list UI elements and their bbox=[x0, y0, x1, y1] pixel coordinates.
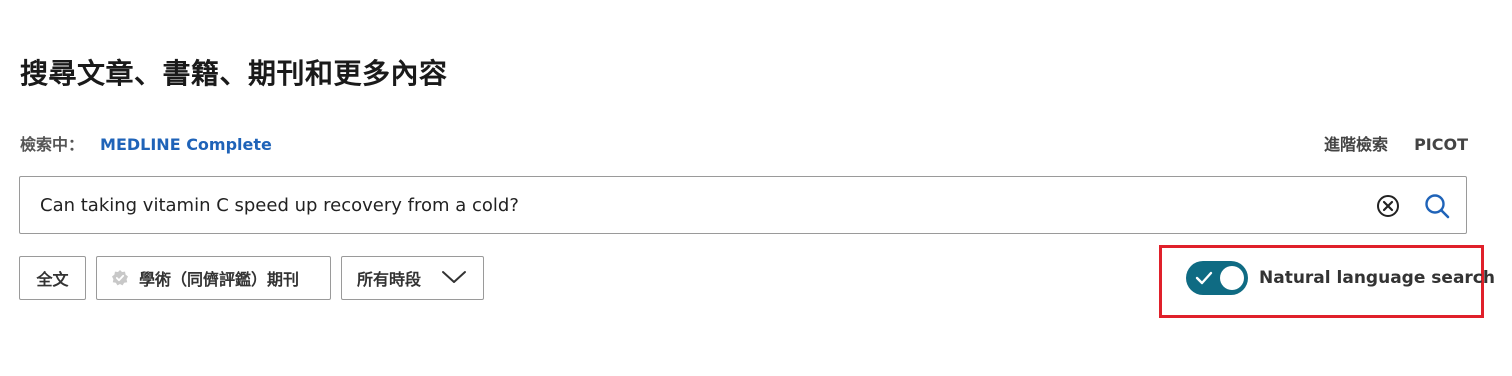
clear-search-icon[interactable] bbox=[1376, 194, 1400, 218]
badge-check-icon bbox=[111, 269, 129, 287]
natural-language-toggle[interactable] bbox=[1186, 261, 1248, 295]
natural-language-label[interactable]: Natural language search bbox=[1259, 268, 1495, 288]
picot-link[interactable]: PICOT bbox=[1414, 135, 1468, 154]
toggle-knob bbox=[1220, 266, 1244, 290]
chevron-down-icon bbox=[441, 267, 467, 287]
checkmark-icon bbox=[1195, 270, 1213, 286]
search-icon[interactable] bbox=[1423, 192, 1451, 220]
database-link[interactable]: MEDLINE Complete bbox=[100, 135, 272, 154]
time-range-label: 所有時段 bbox=[357, 270, 422, 289]
searching-label: 檢索中： bbox=[20, 135, 85, 154]
time-range-dropdown[interactable]: 所有時段 bbox=[341, 256, 484, 300]
full-text-label: 全文 bbox=[36, 270, 69, 289]
searching-in-row: 檢索中： MEDLINE Complete bbox=[20, 131, 272, 155]
peer-reviewed-label: 學術（同儕評鑑）期刊 bbox=[139, 270, 300, 289]
full-text-filter-button[interactable]: 全文 bbox=[19, 256, 86, 300]
top-links: 進階檢索 PICOT bbox=[1298, 131, 1468, 155]
search-box bbox=[19, 176, 1467, 234]
advanced-search-link[interactable]: 進階檢索 bbox=[1324, 135, 1388, 154]
search-input[interactable] bbox=[40, 177, 1360, 233]
page-title: 搜尋文章、書籍、期刊和更多內容 bbox=[20, 57, 448, 90]
peer-reviewed-filter-button[interactable]: 學術（同儕評鑑）期刊 bbox=[96, 256, 331, 300]
